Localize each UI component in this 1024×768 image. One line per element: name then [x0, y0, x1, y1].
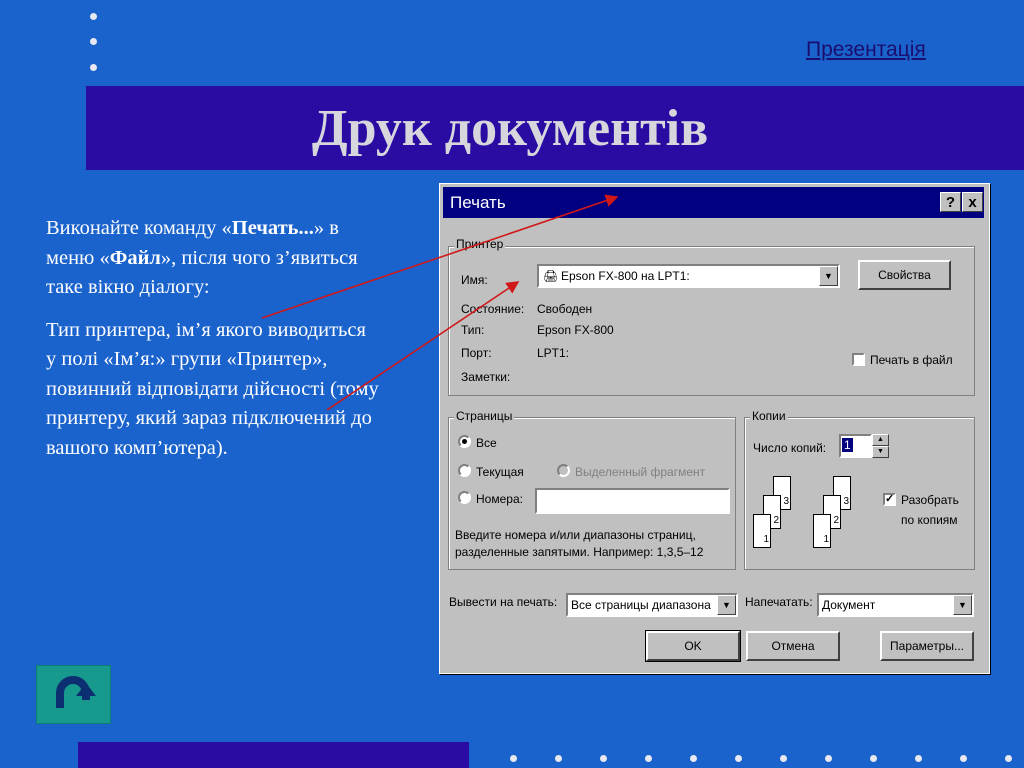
text-part: Виконайте команду «	[46, 217, 232, 239]
decor-dot	[600, 755, 607, 762]
chevron-down-icon[interactable]: ▼	[717, 595, 736, 615]
print-label: Напечатать:	[745, 595, 813, 609]
pages-hint-line2: разделенные запятыми. Например: 1,3,5–12	[455, 545, 704, 559]
chevron-down-icon[interactable]: ▼	[953, 595, 972, 615]
decor-dot	[90, 38, 97, 45]
type-value: Epson FX-800	[537, 323, 614, 337]
presentation-link[interactable]: Презентація	[806, 38, 926, 62]
collate-checkbox[interactable]: ✓	[883, 493, 896, 506]
page-number: 2	[773, 515, 779, 526]
pages-current-radio[interactable]	[458, 464, 471, 477]
page-number: 3	[783, 496, 789, 507]
printer-name-select[interactable]: 🖨 Epson FX-800 на LPT1: ▼	[537, 264, 840, 288]
decor-dot	[510, 755, 517, 762]
slide-body: Виконайте команду «Печать...» в меню «Фа…	[46, 214, 381, 476]
decor-dot	[90, 64, 97, 71]
page-number: 2	[833, 515, 839, 526]
decor-dot	[1005, 755, 1012, 762]
decor-dot	[645, 755, 652, 762]
printer-icon: 🖨	[543, 269, 559, 283]
copies-count-input[interactable]: 1	[839, 434, 872, 458]
pages-hint-line1: Введите номера и/или диапазоны страниц,	[455, 528, 696, 542]
page-numbers-input[interactable]	[535, 488, 730, 514]
port-label: Порт:	[461, 346, 492, 360]
decor-dot	[960, 755, 967, 762]
bold-print-command: Печать...	[231, 217, 314, 239]
page-icon: 1	[753, 514, 771, 548]
print-what-value: Все страницы диапазона	[571, 598, 711, 612]
decor-dot	[825, 755, 832, 762]
copies-count-label: Число копий:	[753, 441, 827, 455]
spin-down-icon[interactable]: ▼	[872, 446, 889, 458]
chevron-down-icon[interactable]: ▼	[819, 266, 838, 286]
decor-dot	[555, 755, 562, 762]
properties-button[interactable]: Свойства	[858, 260, 951, 290]
print-what-select[interactable]: Все страницы диапазона ▼	[566, 593, 738, 617]
decor-dot	[780, 755, 787, 762]
type-label: Тип:	[461, 323, 485, 337]
printer-group-label: Принтер	[454, 237, 506, 251]
decor-dot	[735, 755, 742, 762]
print-what-label: Вывести на печать:	[449, 595, 558, 609]
pages-group-label: Страницы	[454, 409, 515, 423]
collate-label-line2: по копиям	[901, 513, 958, 527]
collate-label-line1: Разобрать	[901, 493, 959, 507]
options-button[interactable]: Параметры...	[880, 631, 974, 661]
pages-all-label: Все	[476, 436, 497, 450]
decor-dot	[870, 755, 877, 762]
print-select[interactable]: Документ ▼	[817, 593, 974, 617]
decor-dot	[90, 13, 97, 20]
pages-all-radio[interactable]	[458, 435, 471, 448]
page-number: 1	[823, 534, 829, 545]
state-value: Свободен	[537, 302, 593, 316]
page-number: 1	[763, 534, 769, 545]
notes-label: Заметки:	[461, 370, 511, 384]
copies-count-value: 1	[842, 438, 853, 452]
printer-name-label: Имя:	[461, 273, 488, 287]
page-icon: 1	[813, 514, 831, 548]
bottom-band	[78, 742, 469, 768]
paragraph-1: Виконайте команду «Печать...» в меню «Фа…	[46, 214, 381, 303]
spin-up-icon[interactable]: ▲	[872, 434, 889, 446]
print-to-file-checkbox[interactable]	[852, 353, 865, 366]
paragraph-2: Тип принтера, ім’я якого виводиться у по…	[46, 318, 379, 459]
slide-title: Друк документів	[311, 99, 709, 157]
pages-selection-label: Выделенный фрагмент	[575, 465, 706, 479]
decor-dot	[690, 755, 697, 762]
port-value: LPT1:	[537, 346, 570, 360]
print-to-file-label: Печать в файл	[870, 353, 953, 367]
ok-button[interactable]: OK	[645, 630, 741, 662]
dialog-title: Печать	[450, 193, 506, 212]
pages-current-label: Текущая	[476, 465, 524, 479]
help-button[interactable]: ?	[940, 192, 961, 212]
pages-numbers-label: Номера:	[476, 492, 523, 506]
printer-name-value: Epson FX-800 на LPT1:	[561, 269, 690, 283]
print-dialog: Печать ? x Принтер Имя: 🖨 Epson FX-800 н…	[439, 183, 990, 674]
cancel-button[interactable]: Отмена	[746, 631, 840, 661]
pages-numbers-radio[interactable]	[458, 491, 471, 504]
dialog-titlebar[interactable]: Печать ? x	[443, 187, 984, 218]
print-value: Документ	[822, 598, 876, 612]
page-number: 3	[843, 496, 849, 507]
state-label: Состояние:	[461, 302, 525, 316]
bold-file-menu: Файл	[109, 246, 161, 269]
u-turn-icon	[56, 676, 96, 708]
copies-group-label: Копии	[750, 409, 788, 423]
back-button[interactable]	[36, 665, 111, 724]
close-button[interactable]: x	[962, 192, 983, 212]
pages-selection-radio[interactable]	[557, 464, 570, 477]
decor-dot	[915, 755, 922, 762]
